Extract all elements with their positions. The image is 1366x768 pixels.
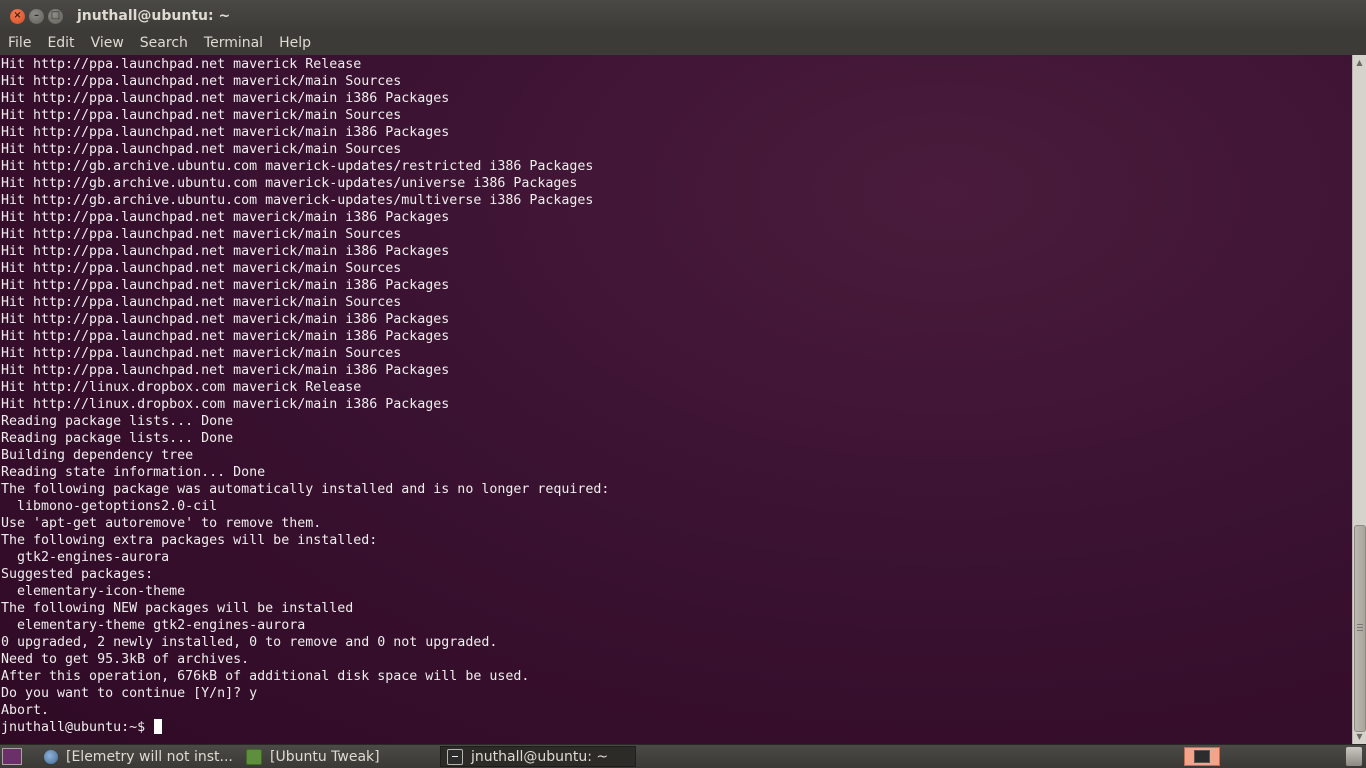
window-title: jnuthall@ubuntu: ~ (77, 8, 231, 24)
terminal-line: Hit http://ppa.launchpad.net maverick/ma… (1, 329, 450, 344)
close-icon[interactable]: × (10, 8, 25, 24)
terminal-line: Hit http://ppa.launchpad.net maverick/ma… (1, 261, 402, 276)
grip-line (1357, 624, 1363, 625)
grip-line (1357, 630, 1363, 631)
terminal-scrollbar[interactable]: ▲ ▼ (1352, 55, 1366, 744)
terminal-line: Abort. (1, 703, 50, 718)
terminal-line: elementary-theme gtk2-engines-aurora (1, 618, 306, 633)
terminal-line: Hit http://linux.dropbox.com maverick Re… (1, 380, 362, 395)
terminal-line: elementary-icon-theme (1, 584, 186, 599)
terminal-output: Hit http://ppa.launchpad.net maverick Re… (0, 55, 1352, 736)
terminal-line: Hit http://gb.archive.ubuntu.com maveric… (1, 159, 594, 174)
terminal-icon (447, 748, 463, 765)
terminal-line: 0 upgraded, 2 newly installed, 0 to remo… (1, 635, 498, 650)
terminal-line: Reading state information... Done (1, 465, 266, 480)
minimize-icon[interactable]: – (29, 8, 44, 24)
maximize-icon[interactable]: □ (48, 8, 63, 24)
terminal-line: Hit http://ppa.launchpad.net maverick Re… (1, 57, 362, 72)
terminal-line: Reading package lists... Done (1, 414, 234, 429)
window-controls: × – □ (10, 8, 63, 24)
terminal-line: Suggested packages: (1, 567, 154, 582)
text-cursor (154, 719, 163, 734)
grip-line (1357, 627, 1363, 628)
scrollbar-thumb[interactable] (1354, 525, 1366, 732)
terminal-line: Hit http://ppa.launchpad.net maverick/ma… (1, 108, 402, 123)
window-titlebar[interactable]: × – □ jnuthall@ubuntu: ~ (0, 0, 1366, 32)
terminal-line: Do you want to continue [Y/n]? y (1, 686, 258, 701)
workspace-switcher-icon[interactable] (1184, 747, 1220, 766)
browser-icon (44, 749, 58, 764)
terminal-line: Hit http://ppa.launchpad.net maverick/ma… (1, 142, 402, 157)
bottom-panel: [Elemetry will not inst... [Ubuntu Tweak… (0, 744, 1366, 768)
terminal-line: Need to get 95.3kB of archives. (1, 652, 250, 667)
terminal-line: gtk2-engines-aurora (1, 550, 170, 565)
task-label: [Ubuntu Tweak] (270, 748, 380, 765)
terminal-line: libmono-getoptions2.0-cil (1, 499, 218, 514)
menu-help[interactable]: Help (271, 32, 319, 55)
terminal-line: Hit http://ppa.launchpad.net maverick/ma… (1, 125, 450, 140)
task-label: jnuthall@ubuntu: ~ (471, 748, 609, 765)
terminal-line: Reading package lists... Done (1, 431, 234, 446)
menu-search[interactable]: Search (132, 32, 196, 55)
terminal-line: Hit http://ppa.launchpad.net maverick/ma… (1, 91, 450, 106)
shell-prompt: jnuthall@ubuntu:~$ (1, 720, 154, 735)
task-ubuntu-tweak[interactable]: [Ubuntu Tweak] (240, 746, 436, 767)
terminal-line: Hit http://linux.dropbox.com maverick/ma… (1, 397, 450, 412)
menubar: File Edit View Search Terminal Help (0, 32, 1366, 55)
task-terminal[interactable]: jnuthall@ubuntu: ~ (440, 746, 636, 767)
ubuntu-tweak-icon (246, 748, 262, 765)
scroll-down-arrow-icon[interactable]: ▼ (1353, 730, 1366, 743)
trash-icon[interactable] (1346, 747, 1362, 766)
scroll-up-arrow-icon[interactable]: ▲ (1353, 56, 1366, 69)
terminal-line: Hit http://ppa.launchpad.net maverick/ma… (1, 278, 450, 293)
menu-view[interactable]: View (83, 32, 132, 55)
terminal-line: After this operation, 676kB of additiona… (1, 669, 530, 684)
terminal-line: The following NEW packages will be insta… (1, 601, 354, 616)
terminal-line: Hit http://ppa.launchpad.net maverick/ma… (1, 312, 450, 327)
terminal-line: Use 'apt-get autoremove' to remove them. (1, 516, 322, 531)
terminal-line: Building dependency tree (1, 448, 194, 463)
terminal-prompt-line: jnuthall@ubuntu:~$ (1, 719, 1352, 736)
task-label: [Elemetry will not inst... (66, 748, 233, 765)
task-browser[interactable]: [Elemetry will not inst... (38, 746, 234, 767)
terminal-line: Hit http://gb.archive.ubuntu.com maveric… (1, 193, 594, 208)
terminal-line: The following extra packages will be ins… (1, 533, 378, 548)
terminal-line: Hit http://ppa.launchpad.net maverick/ma… (1, 227, 402, 242)
terminal-line: Hit http://ppa.launchpad.net maverick/ma… (1, 244, 450, 259)
terminal-line: Hit http://ppa.launchpad.net maverick/ma… (1, 74, 402, 89)
terminal-line: The following package was automatically … (1, 482, 610, 497)
menu-file[interactable]: File (0, 32, 39, 55)
show-desktop-icon[interactable] (2, 748, 22, 765)
terminal-line: Hit http://ppa.launchpad.net maverick/ma… (1, 346, 402, 361)
terminal-icon (1194, 750, 1210, 763)
terminal-view[interactable]: Hit http://ppa.launchpad.net maverick Re… (0, 55, 1352, 744)
terminal-line: Hit http://ppa.launchpad.net maverick/ma… (1, 295, 402, 310)
terminal-line: Hit http://ppa.launchpad.net maverick/ma… (1, 210, 450, 225)
menu-terminal[interactable]: Terminal (196, 32, 271, 55)
menu-edit[interactable]: Edit (39, 32, 82, 55)
terminal-line: Hit http://gb.archive.ubuntu.com maveric… (1, 176, 578, 191)
terminal-line: Hit http://ppa.launchpad.net maverick/ma… (1, 363, 450, 378)
